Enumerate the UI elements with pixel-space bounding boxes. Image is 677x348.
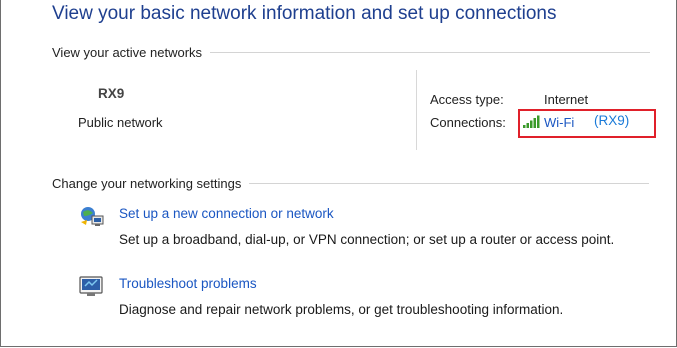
vertical-divider [416,70,417,150]
network-category-link[interactable]: Public network [78,115,163,130]
setup-connection-link[interactable]: Set up a new connection or network [119,206,334,221]
access-type-label: Access type: [430,92,504,107]
wifi-signal-icon [523,115,540,128]
network-name: RX9 [98,86,125,101]
access-type-value: Internet [544,92,589,107]
troubleshoot-link[interactable]: Troubleshoot problems [119,276,257,291]
wifi-connection-link[interactable]: Wi-Fi [544,115,574,130]
network-setup-icon [81,207,104,226]
setup-connection-description: Set up a broadband, dial-up, or VPN conn… [119,232,615,247]
section-label: View your active networks [52,45,203,60]
section-active-networks: View your active networks [52,45,651,60]
section-divider [210,52,651,53]
section-networking-settings: Change your networking settings [52,176,650,191]
troubleshoot-description: Diagnose and repair network problems, or… [119,302,564,317]
page-title: View your basic network information and … [52,3,557,24]
section-divider [249,183,650,184]
troubleshoot-icon [79,276,103,296]
connections-label: Connections: [430,115,506,130]
section-label: Change your networking settings [52,176,242,191]
connection-ssid: (RX9) [594,113,630,128]
